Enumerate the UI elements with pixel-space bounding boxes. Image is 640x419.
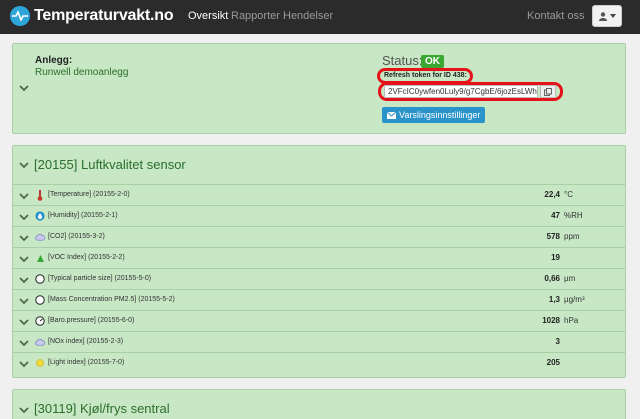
facility-label: Anlegg:: [35, 55, 73, 66]
navbar: Temperaturvakt.no Oversikt Rapporter Hen…: [0, 0, 640, 34]
row-value: 1,3: [548, 295, 560, 304]
nav-oversikt[interactable]: Oversikt: [188, 10, 228, 22]
row-label: [NOx index] (20155-2-3): [48, 338, 124, 345]
chevron-down-icon[interactable]: [19, 406, 29, 414]
chevron-down-icon[interactable]: [19, 360, 29, 368]
sensor-title: [20155] Luftkvalitet sensor: [34, 157, 186, 172]
refresh-token-field[interactable]: 2VFcIC0ywfen0Luly9/g7CgbE/6jozEsLWh: [384, 85, 538, 98]
row-value: 1028: [542, 316, 560, 325]
row-label: [CO2] (20155-3-2): [48, 233, 105, 240]
row-unit: hPa: [564, 316, 579, 325]
nav-rapporter[interactable]: Rapporter: [231, 10, 280, 22]
chevron-down-icon[interactable]: [19, 255, 29, 263]
table-row[interactable]: [CO2] (20155-3-2) 578 ppm: [13, 226, 625, 247]
chevron-down-icon[interactable]: [19, 318, 29, 326]
chevron-down-icon[interactable]: [19, 213, 29, 221]
row-value: 0,66: [544, 274, 560, 283]
row-label: [Baro.pressure] (20155-6-0): [48, 317, 135, 324]
envelope-icon: [387, 111, 396, 119]
row-unit: °C: [564, 190, 573, 199]
thermometer-icon: [35, 189, 45, 201]
row-unit: ppm: [564, 232, 580, 241]
sensor-title: [30119] Kjøl/frys sentral: [34, 401, 170, 416]
brand-name: Temperaturvakt.no: [34, 7, 174, 24]
circle-icon: [35, 295, 45, 305]
cloud-icon: [35, 337, 45, 347]
row-value: 19: [551, 253, 560, 262]
table-row[interactable]: [Temperature] (20155-2-0) 22,4 °C: [13, 184, 625, 205]
status-label: Status:: [382, 53, 423, 68]
sun-icon: [35, 358, 45, 368]
cloud-icon: [35, 232, 45, 242]
caret-down-icon: [609, 14, 616, 18]
circle-icon: [35, 274, 45, 284]
table-row[interactable]: [Mass Concentration PM2.5] (20155-5-2) 1…: [13, 289, 625, 310]
gauge-icon: [35, 316, 45, 326]
sensor-panel-30119[interactable]: [30119] Kjøl/frys sentral: [12, 389, 626, 419]
row-value: 578: [546, 232, 560, 241]
row-label: [Mass Concentration PM2.5] (20155-5-2): [48, 296, 175, 303]
table-row[interactable]: [Baro.pressure] (20155-6-0) 1028 hPa: [13, 310, 625, 331]
chevron-down-icon[interactable]: [19, 161, 29, 169]
row-label: [Humidity] (20155-2-1): [48, 212, 118, 219]
row-label: [VOC Index] (20155-2-2): [48, 254, 125, 261]
table-row[interactable]: [Typical particle size] (20155-5-0) 0,66…: [13, 268, 625, 289]
chevron-down-icon[interactable]: [19, 339, 29, 347]
chevron-down-icon[interactable]: [19, 276, 29, 284]
drop-icon: [35, 211, 45, 221]
pulse-logo-icon: [10, 6, 30, 26]
table-row[interactable]: [Humidity] (20155-2-1) 47 %RH: [13, 205, 625, 226]
row-label: [Temperature] (20155-2-0): [48, 191, 130, 198]
table-row[interactable]: [Light index] (20155-7-0) 205: [13, 352, 625, 373]
user-icon: [598, 11, 607, 21]
leaf-icon: [35, 253, 45, 263]
row-label: [Light index] (20155-7-0): [48, 359, 125, 366]
copy-token-button[interactable]: [540, 85, 556, 98]
notification-settings-button[interactable]: Varslingsinnstillinger: [382, 107, 486, 123]
row-unit: µg/m³: [564, 295, 585, 304]
row-label: [Typical particle size] (20155-5-0): [48, 275, 152, 282]
status-badge: OK: [421, 55, 444, 68]
nav-hendelser[interactable]: Hendelser: [283, 10, 333, 22]
table-row[interactable]: [NOx index] (20155-2-3) 3: [13, 331, 625, 352]
chevron-down-icon[interactable]: [19, 234, 29, 242]
row-unit: %RH: [564, 211, 583, 220]
copy-icon: [544, 87, 552, 96]
chevron-down-icon[interactable]: [19, 192, 29, 200]
row-value: 47: [551, 211, 560, 220]
chevron-down-icon[interactable]: [19, 84, 29, 92]
row-value: 3: [555, 337, 560, 346]
row-value: 205: [546, 358, 560, 367]
refresh-token-label: Refresh token for ID 438:: [384, 72, 467, 79]
row-unit: µm: [564, 274, 576, 283]
facility-name: Runwell demoanlegg: [35, 67, 129, 78]
notification-settings-label: Varslingsinnstillinger: [399, 110, 481, 120]
facility-panel: Anlegg: Runwell demoanlegg Status: OK Re…: [12, 43, 626, 134]
nav-kontakt-oss[interactable]: Kontakt oss: [527, 10, 584, 22]
chevron-down-icon[interactable]: [19, 297, 29, 305]
brand[interactable]: Temperaturvakt.no: [10, 6, 174, 26]
sensor-header[interactable]: [20155] Luftkvalitet sensor: [13, 146, 625, 184]
sensor-panel-20155: [20155] Luftkvalitet sensor [Temperature…: [12, 145, 626, 378]
user-menu-button[interactable]: [592, 5, 622, 27]
row-value: 22,4: [544, 190, 560, 199]
table-row[interactable]: [VOC Index] (20155-2-2) 19: [13, 247, 625, 268]
